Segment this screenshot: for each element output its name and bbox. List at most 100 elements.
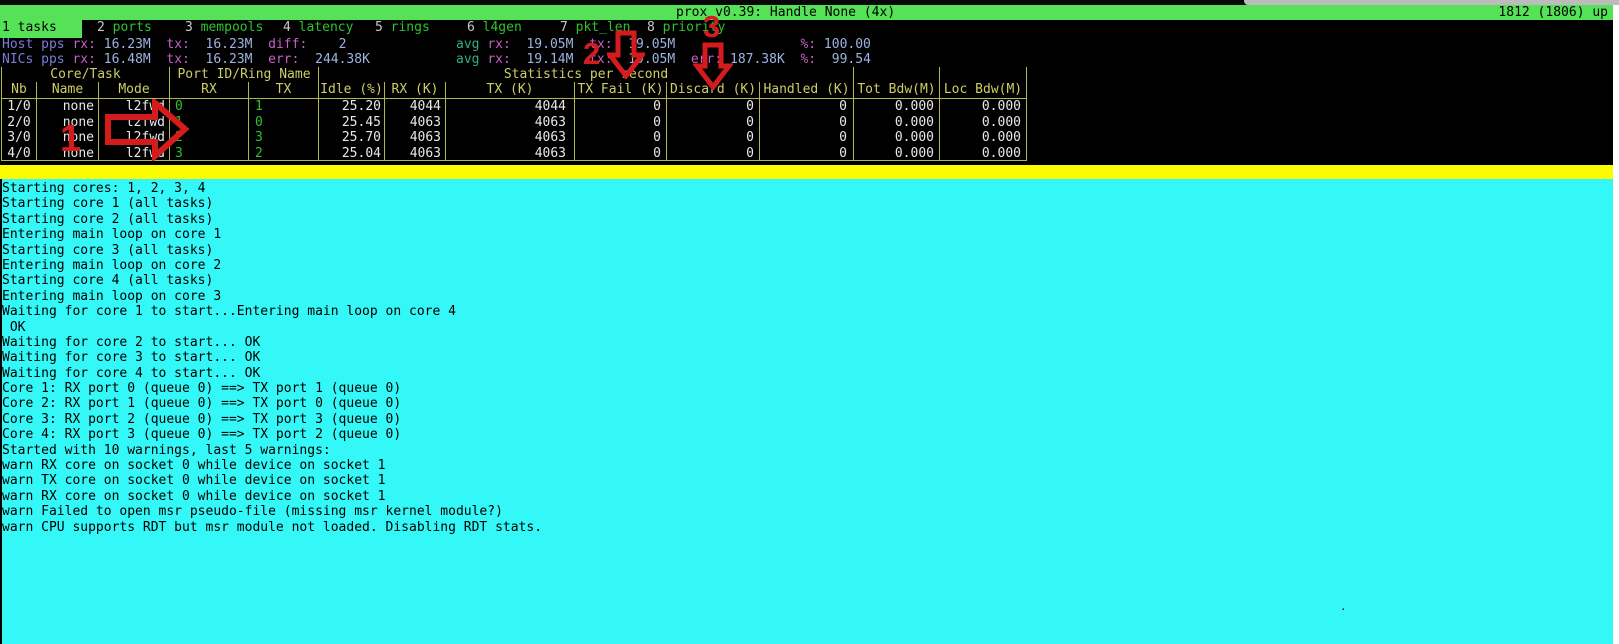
table-cell: 4044: [446, 99, 575, 115]
stats-segment: %:: [800, 37, 816, 52]
table-column-header: Nb: [2, 82, 37, 99]
tab-label: ports: [105, 20, 152, 35]
table-group-header: Core/Task: [2, 67, 170, 82]
window-right-edge: [1613, 5, 1619, 644]
log-line: Waiting for core 3 to start... OK: [2, 350, 542, 365]
prox-terminal-screen: prox v0.39: Handle None (4x) 1812 (1806)…: [0, 0, 1619, 644]
table-cell: 0: [760, 146, 854, 162]
log-line: Entering main loop on core 3: [2, 289, 542, 304]
annotation-arrow-2-down: [607, 30, 645, 79]
stats-segment: tx:: [151, 52, 190, 67]
nics-stats-line: NICs pps rx: 16.48M tx: 16.23M err: 244.…: [2, 52, 871, 67]
log-line: Starting core 3 (all tasks): [2, 243, 542, 258]
log-line: Starting core 4 (all tasks): [2, 273, 542, 288]
table-cell: 2: [249, 146, 319, 162]
table-cell: 0: [667, 146, 760, 162]
annotation-label-1: 1: [60, 118, 81, 161]
tab-bar: 1 tasks 2 ports 3 mempools 4 latency 5 rings…: [0, 20, 1613, 36]
table-column-header: RX: [170, 82, 249, 99]
log-line: Entering main loop on core 2: [2, 258, 542, 273]
log-line: Waiting for core 2 to start... OK: [2, 335, 542, 350]
tab-key: 3: [185, 20, 193, 35]
tab-label: rings: [383, 20, 430, 35]
table-cell: 0: [575, 130, 667, 146]
tab-rings[interactable]: 5 rings: [375, 20, 430, 36]
table-cell: 3/0: [2, 130, 37, 146]
table-column-header: Loc Bdw(M): [940, 82, 1027, 99]
tab-tasks[interactable]: 1 tasks: [0, 20, 82, 38]
stats-segment: 244.38K: [299, 52, 369, 67]
tab-label: mempools: [193, 20, 263, 35]
log-line: warn Failed to open msr pseudo-file (mis…: [2, 504, 542, 519]
table-cell: 0: [667, 115, 760, 131]
table-cell: 2/0: [2, 115, 37, 131]
table-cell: 0.000: [854, 115, 940, 131]
table-column-header: TX: [249, 82, 319, 99]
table-cell: 4063: [446, 130, 575, 146]
uptime-counter: 1812 (1806) up: [1498, 5, 1608, 20]
table-column-header: Handled (K): [760, 82, 854, 99]
log-line: OK: [2, 320, 542, 335]
stats-segment: 19.14M: [511, 52, 574, 67]
stray-dot: .: [1340, 605, 1343, 608]
stats-segment: 19.05M: [511, 37, 574, 52]
table-cell: 25.04: [319, 146, 385, 162]
log-line: warn TX core on socket 0 while device on…: [2, 473, 542, 488]
stats-segment: 2: [307, 37, 346, 52]
stats-segment: avg: [456, 37, 479, 52]
log-line: Starting core 1 (all tasks): [2, 196, 542, 211]
log-line: Starting core 2 (all tasks): [2, 212, 542, 227]
table-cell: 1/0: [2, 99, 37, 115]
table-cell: 0: [575, 115, 667, 131]
table-cell: 4063: [446, 146, 575, 162]
log-line: Waiting for core 4 to start... OK: [2, 366, 542, 381]
stats-segment: 16.23M: [190, 52, 253, 67]
stats-segment: NICs pps: [2, 52, 65, 67]
table-cell: 0: [575, 99, 667, 115]
table-cell: 0.000: [854, 146, 940, 162]
tab-key: 8: [647, 20, 655, 35]
tab-mempools[interactable]: 3 mempools: [185, 20, 263, 36]
log-line: Entering main loop on core 1: [2, 227, 542, 242]
annotation-label-3: 3: [703, 9, 720, 45]
table-cell: 0.000: [854, 130, 940, 146]
stats-segment: avg: [456, 52, 479, 67]
tab-key: 4: [283, 20, 291, 35]
tab-latency[interactable]: 4 latency: [283, 20, 353, 36]
table-column-header: TX (K): [446, 82, 575, 99]
tab-l4gen[interactable]: 6 l4gen: [467, 20, 522, 36]
log-line: Starting cores: 1, 2, 3, 4: [2, 181, 542, 196]
table-cell: 0: [667, 130, 760, 146]
table-cell: 3: [249, 130, 319, 146]
stats-segment: diff:: [253, 37, 308, 52]
stats-segment: 100.00: [816, 37, 871, 52]
tab-key: 2: [97, 20, 105, 35]
stats-segment: rx:: [480, 52, 511, 67]
stats-segment: 16.23M: [190, 37, 253, 52]
host-stats-line: Host pps rx: 16.23M tx: 16.23M diff: 2 a…: [2, 37, 871, 52]
annotation-label-2: 2: [583, 36, 600, 72]
log-line: Started with 10 warnings, last 5 warning…: [2, 443, 542, 458]
tab-key: 6: [467, 20, 475, 35]
console-log-area: Starting cores: 1, 2, 3, 4Starting core …: [0, 179, 1613, 644]
table-cell: 1: [249, 99, 319, 115]
table-cell: 25.45: [319, 115, 385, 131]
tab-label: l4gen: [475, 20, 522, 35]
tab-label: tasks: [10, 20, 57, 35]
table-cell: 4063: [385, 130, 446, 146]
log-line: warn RX core on socket 0 while device on…: [2, 489, 542, 504]
table-column-header: TX Fail (K): [575, 82, 667, 99]
tab-key: 1: [2, 20, 10, 35]
separator-bar: [0, 165, 1613, 179]
table-cell: 0.000: [940, 115, 1027, 131]
tab-ports[interactable]: 2 ports: [97, 20, 152, 36]
log-line: Core 4: RX port 3 (queue 0) ==> TX port …: [2, 427, 542, 442]
log-line: Core 3: RX port 2 (queue 0) ==> TX port …: [2, 412, 542, 427]
stats-segment: 16.48M: [96, 52, 151, 67]
tab-key: 5: [375, 20, 383, 35]
table-column-header: Idle (%): [319, 82, 385, 99]
table-cell: 0: [667, 99, 760, 115]
table-column-header: RX (K): [385, 82, 446, 99]
annotation-arrow-3-down: [693, 42, 733, 90]
table-cell: none: [37, 99, 99, 115]
